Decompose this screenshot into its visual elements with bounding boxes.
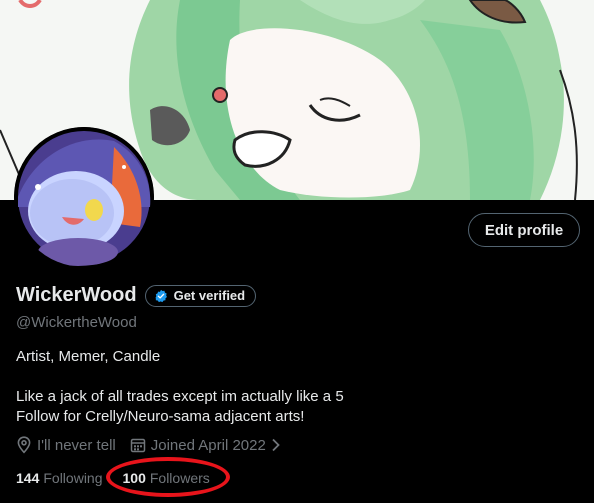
- verified-badge-icon: [155, 289, 167, 302]
- location-pin-icon: [17, 436, 31, 454]
- name-row: WickerWood Get verified: [16, 284, 257, 307]
- following-count: 144: [16, 470, 40, 486]
- get-verified-button[interactable]: Get verified: [144, 284, 257, 307]
- avatar[interactable]: [14, 127, 154, 267]
- location-item: I'll never tell: [16, 436, 116, 454]
- profile-handle: @WickertheWood: [16, 314, 137, 331]
- following-link[interactable]: 144 Following: [16, 470, 103, 486]
- edit-profile-button[interactable]: Edit profile: [468, 213, 580, 247]
- display-name: WickerWood: [16, 284, 137, 306]
- bio-line: Like a jack of all trades except im actu…: [16, 388, 344, 405]
- joined-item: Joined April 2022: [130, 437, 281, 454]
- bio-line: Artist, Memer, Candle: [16, 348, 161, 365]
- following-label: Following: [43, 470, 103, 486]
- followers-count: 100: [122, 470, 146, 486]
- calendar-icon: [130, 438, 145, 453]
- followers-label: Followers: [149, 470, 210, 486]
- profile-bio: Artist, Memer, Candle Like a jack of all…: [16, 347, 344, 427]
- get-verified-label: Get verified: [173, 288, 246, 303]
- followers-link[interactable]: 100 Followers: [123, 470, 210, 486]
- bio-line: Follow for Crelly/Neuro-sama adjacent ar…: [16, 408, 305, 425]
- joined-text: Joined April 2022: [150, 436, 266, 454]
- chevron-right-icon[interactable]: [271, 438, 281, 452]
- location-text: I'll never tell: [37, 436, 116, 454]
- avatar-image: [14, 127, 154, 267]
- profile-meta: I'll never tell Joined April 2022: [16, 436, 295, 454]
- follow-stats: 144 Following 100 Followers: [16, 470, 230, 486]
